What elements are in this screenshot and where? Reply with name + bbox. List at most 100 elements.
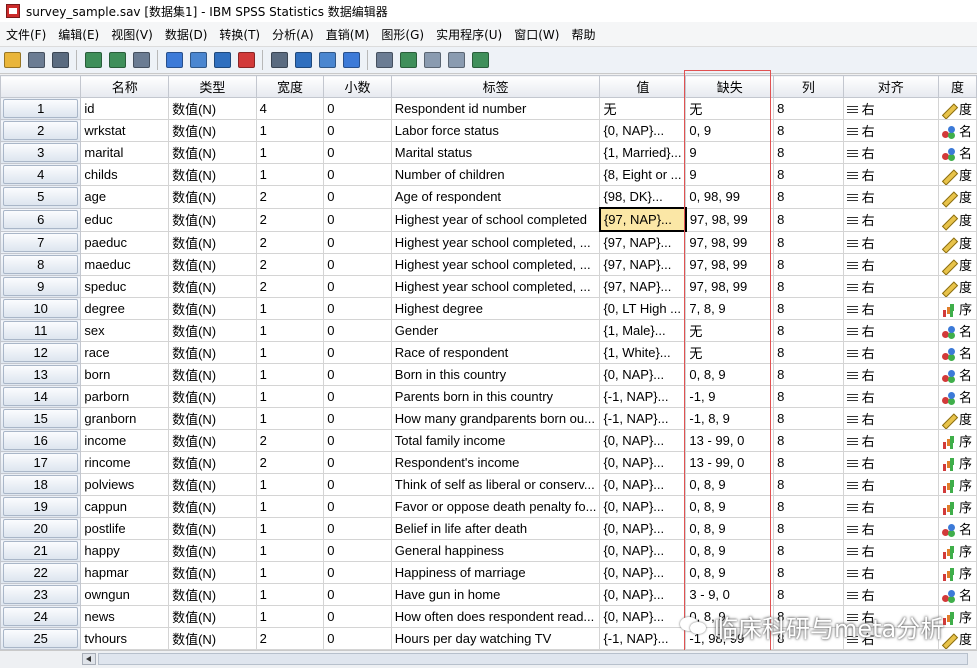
cell-measure[interactable]: 度 [937, 163, 977, 186]
cell-missing[interactable]: 0, 8, 9 [685, 517, 775, 540]
row-number-cell[interactable]: 25 [0, 627, 82, 650]
cell-name[interactable]: polviews [80, 473, 170, 496]
cell-label[interactable]: Highest year school completed, ... [390, 275, 601, 298]
cell-width[interactable]: 2 [255, 207, 325, 232]
cell-name[interactable]: age [80, 185, 170, 209]
insert-variable-icon[interactable] [317, 50, 337, 70]
cell-measure[interactable]: 名 [937, 583, 977, 606]
cell-missing[interactable]: 0, 8, 9 [685, 495, 775, 518]
cell-dec[interactable]: 0 [323, 230, 392, 254]
menu-item-8[interactable]: 实用程序(U) [430, 26, 508, 43]
cell-values[interactable]: {97, NAP}... [599, 230, 687, 254]
cell-type[interactable]: 数值(N) [168, 119, 257, 142]
cell-width[interactable]: 1 [255, 297, 325, 320]
cell-name[interactable]: owngun [80, 583, 170, 606]
cell-missing[interactable]: 无 [685, 97, 775, 120]
cell-name[interactable]: tvhours [80, 627, 170, 650]
cell-name[interactable]: postlife [80, 517, 170, 540]
cell-col[interactable]: 8 [773, 230, 844, 254]
cell-name[interactable]: marital [80, 141, 170, 164]
row-number-cell[interactable]: 19 [0, 495, 82, 518]
cell-label[interactable]: Highest degree [390, 297, 601, 320]
cell-missing[interactable]: 97, 98, 99 [685, 275, 775, 298]
cell-align[interactable]: 右 [842, 341, 939, 364]
row-number-cell[interactable]: 5 [0, 185, 82, 209]
cell-align[interactable]: 右 [842, 275, 939, 298]
cell-col[interactable]: 8 [773, 517, 844, 540]
row-number-cell[interactable]: 10 [0, 297, 82, 320]
cell-type[interactable]: 数值(N) [168, 230, 257, 254]
goto-case-icon[interactable] [164, 50, 184, 70]
cell-measure[interactable]: 名 [937, 319, 977, 342]
cell-label[interactable]: Age of respondent [390, 185, 601, 209]
cell-values[interactable]: {98, DK}... [599, 185, 687, 209]
scroll-thumb[interactable] [98, 653, 968, 665]
redo-icon[interactable] [131, 50, 151, 70]
cell-type[interactable]: 数值(N) [168, 163, 257, 186]
column-header-9[interactable]: 度 [937, 75, 977, 98]
cell-width[interactable]: 2 [255, 253, 325, 276]
cell-measure[interactable]: 名 [937, 363, 977, 386]
cell-name[interactable]: granborn [80, 407, 170, 430]
cell-align[interactable]: 右 [842, 253, 939, 276]
cell-dec[interactable]: 0 [323, 517, 392, 540]
cell-values[interactable]: {-1, NAP}... [599, 627, 687, 650]
find-icon[interactable] [269, 50, 289, 70]
cell-type[interactable]: 数值(N) [168, 561, 257, 584]
cell-label[interactable]: Total family income [390, 429, 601, 452]
cell-values[interactable]: 无 [599, 97, 687, 120]
cell-width[interactable]: 4 [255, 97, 325, 120]
menu-item-4[interactable]: 转换(T) [213, 26, 266, 43]
menu-item-2[interactable]: 视图(V) [105, 26, 159, 43]
cell-label[interactable]: Race of respondent [390, 341, 601, 364]
cell-name[interactable]: educ [80, 207, 170, 232]
cell-align[interactable]: 右 [842, 451, 939, 474]
cell-name[interactable]: born [80, 363, 170, 386]
cell-missing[interactable]: 9 [685, 141, 775, 164]
cell-measure[interactable]: 名 [937, 119, 977, 142]
cell-values[interactable]: {-1, NAP}... [599, 407, 687, 430]
cell-dec[interactable]: 0 [323, 473, 392, 496]
use-sets-icon[interactable] [446, 50, 466, 70]
cell-align[interactable]: 右 [842, 207, 939, 232]
row-number-cell[interactable]: 23 [0, 583, 82, 606]
cell-type[interactable]: 数值(N) [168, 473, 257, 496]
cell-width[interactable]: 1 [255, 495, 325, 518]
cell-col[interactable]: 8 [773, 561, 844, 584]
cell-align[interactable]: 右 [842, 297, 939, 320]
cell-dec[interactable]: 0 [323, 207, 392, 232]
cell-col[interactable]: 8 [773, 429, 844, 452]
cell-measure[interactable]: 度 [937, 627, 977, 650]
cell-name[interactable]: paeduc [80, 230, 170, 254]
cell-align[interactable]: 右 [842, 97, 939, 120]
cell-dec[interactable]: 0 [323, 319, 392, 342]
cell-values[interactable]: {97, NAP}... [598, 207, 687, 232]
cell-measure[interactable]: 度 [937, 275, 977, 298]
cell-type[interactable]: 数值(N) [168, 385, 257, 408]
cell-align[interactable]: 右 [842, 141, 939, 164]
cell-name[interactable]: happy [80, 539, 170, 562]
cell-type[interactable]: 数值(N) [168, 451, 257, 474]
variables-icon[interactable] [212, 50, 232, 70]
cell-values[interactable]: {0, NAP}... [599, 451, 687, 474]
cell-measure[interactable]: 序 [937, 605, 977, 628]
cell-dec[interactable]: 0 [323, 385, 392, 408]
cell-type[interactable]: 数值(N) [168, 363, 257, 386]
cell-measure[interactable]: 序 [937, 297, 977, 320]
cell-measure[interactable]: 名 [937, 341, 977, 364]
column-header-4[interactable]: 标签 [390, 75, 601, 98]
cell-type[interactable]: 数值(N) [168, 627, 257, 650]
cell-dec[interactable]: 0 [323, 341, 392, 364]
menu-item-6[interactable]: 直销(M) [320, 26, 376, 43]
cell-missing[interactable]: 无 [685, 319, 775, 342]
cell-missing[interactable]: 97, 98, 99 [685, 207, 775, 232]
row-number-cell[interactable]: 13 [0, 363, 82, 386]
cell-dec[interactable]: 0 [323, 495, 392, 518]
cell-measure[interactable]: 序 [937, 495, 977, 518]
cell-col[interactable]: 8 [773, 539, 844, 562]
cell-align[interactable]: 右 [842, 561, 939, 584]
cell-align[interactable]: 右 [842, 495, 939, 518]
cell-label[interactable]: Gender [390, 319, 601, 342]
cell-col[interactable]: 8 [773, 605, 844, 628]
cell-name[interactable]: income [80, 429, 170, 452]
